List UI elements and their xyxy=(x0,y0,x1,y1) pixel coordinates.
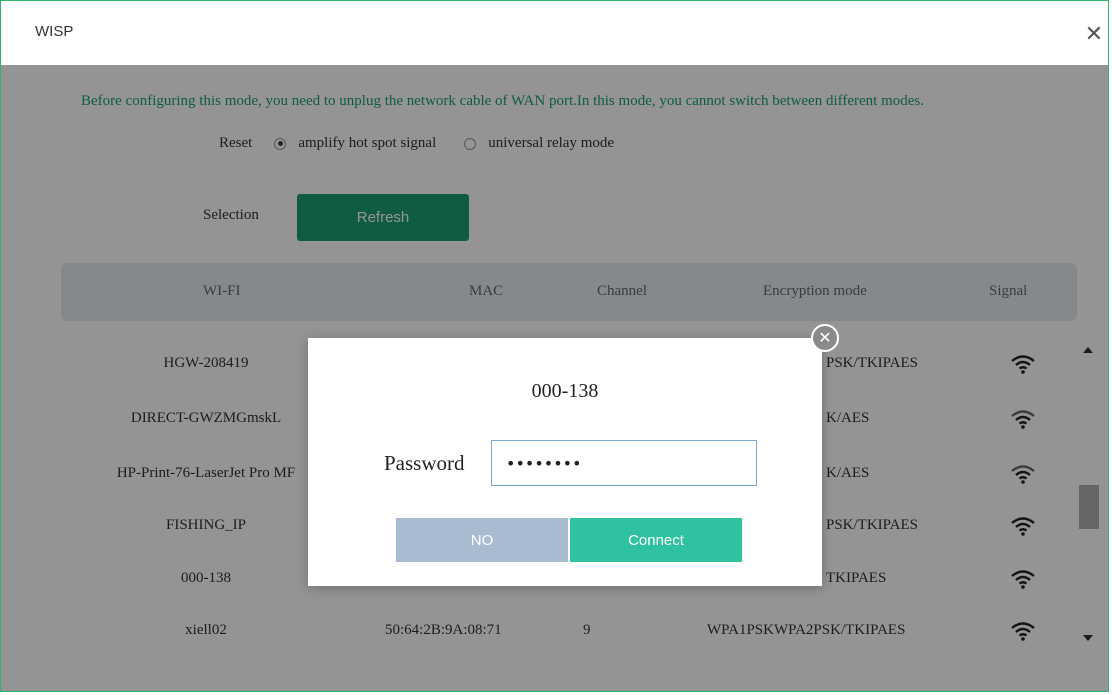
wisp-window: WISP ✕ Before configuring this mode, you… xyxy=(0,0,1109,692)
connect-button[interactable]: Connect xyxy=(570,518,742,562)
title-bar: WISP ✕ xyxy=(1,1,1108,66)
close-icon[interactable]: ✕ xyxy=(1080,21,1108,49)
window-title: WISP xyxy=(35,23,74,40)
password-input[interactable] xyxy=(491,440,757,486)
password-label: Password xyxy=(384,451,465,475)
no-button[interactable]: NO xyxy=(396,518,568,562)
dialog-title: 000-138 xyxy=(531,380,599,402)
password-dialog: 000-138 Password NO Connect xyxy=(308,338,822,586)
dialog-close-icon[interactable]: ✕ xyxy=(811,324,839,352)
